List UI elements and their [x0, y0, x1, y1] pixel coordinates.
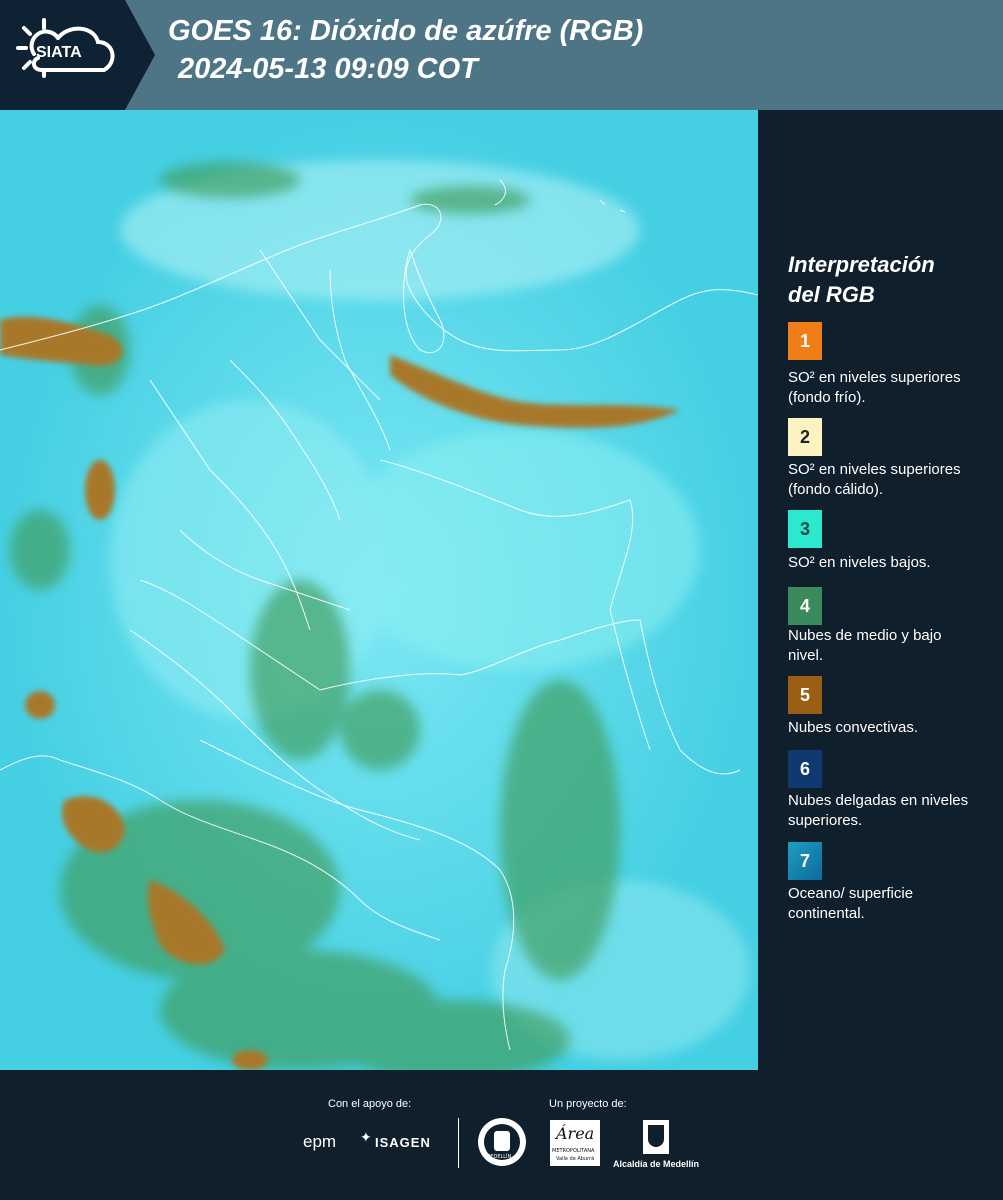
footer-bar: Con el apoyo de: Un proyecto de: epm ✦ I… [0, 1070, 1003, 1200]
legend-label-3: SO² en niveles bajos. [788, 554, 931, 571]
area-metropolitana-logo[interactable]: Área METROPOLITANA Valle de Aburrá [550, 1120, 600, 1166]
support-label: Con el apoyo de: [328, 1098, 412, 1110]
legend-panel: Interpretación del RGB 1 SO² en niveles … [760, 110, 1003, 1070]
legend-label-7: Oceano/ superficie continental. [788, 885, 914, 922]
epm-logo[interactable]: epm [303, 1132, 336, 1152]
project-label: Un proyecto de: [549, 1098, 627, 1110]
footer-divider [458, 1118, 459, 1168]
legend-label-2: SO² en niveles superiores (fondo cálido)… [788, 461, 961, 498]
legend-label-5: Nubes convectivas. [788, 719, 919, 736]
title-line-2: 2024-05-13 09:09 COT [178, 53, 478, 85]
rgb-satellite-image [0, 110, 758, 1070]
area-sub-text: METROPOLITANA [552, 1148, 595, 1154]
shield-icon [494, 1131, 510, 1151]
legend-swatch-7: 7 [788, 842, 822, 880]
legend-title-line-2: del RGB [788, 282, 875, 307]
alcaldia-logo[interactable]: Alcaldía de Medellín [613, 1159, 699, 1169]
area-sub-text-2: Valle de Aburrá [556, 1156, 595, 1162]
logo-text: SIATA [36, 44, 82, 61]
legend-title-line-1: Interpretación [788, 252, 935, 277]
title-line-1: GOES 16: Dióxido de azúfre (RGB) [168, 15, 644, 47]
area-text: Área [556, 1124, 595, 1143]
legend-swatch-3: 3 [788, 510, 822, 548]
satellite-map[interactable] [0, 110, 758, 1070]
medellin-seal-logo[interactable]: MEDELLÍN [478, 1118, 526, 1166]
header-bar: SIATA GOES 16: Dióxido de azúfre (RGB) 2… [0, 0, 1003, 110]
legend-swatch-5: 5 [788, 676, 822, 714]
legend-swatch-1: 1 [788, 322, 822, 360]
siata-logo[interactable]: SIATA [0, 0, 155, 110]
legend-swatch-2: 2 [788, 418, 822, 456]
legend-label-1: SO² en niveles superiores (fondo frío). [788, 369, 961, 406]
alcaldia-crest-icon [643, 1120, 669, 1154]
legend-label-4: Nubes de medio y bajo nivel. [788, 627, 942, 664]
isagen-logo[interactable]: ISAGEN [375, 1135, 431, 1150]
legend-swatch-4: 4 [788, 587, 822, 625]
seal-text: MEDELLÍN [486, 1154, 512, 1160]
page-title: GOES 16: Dióxido de azúfre (RGB) 2024-05… [168, 12, 643, 88]
legend-title: Interpretación del RGB [788, 250, 988, 310]
legend-swatch-6: 6 [788, 750, 822, 788]
isagen-icon: ✦ [360, 1130, 372, 1146]
legend-label-6: Nubes delgadas en niveles superiores. [788, 792, 969, 829]
